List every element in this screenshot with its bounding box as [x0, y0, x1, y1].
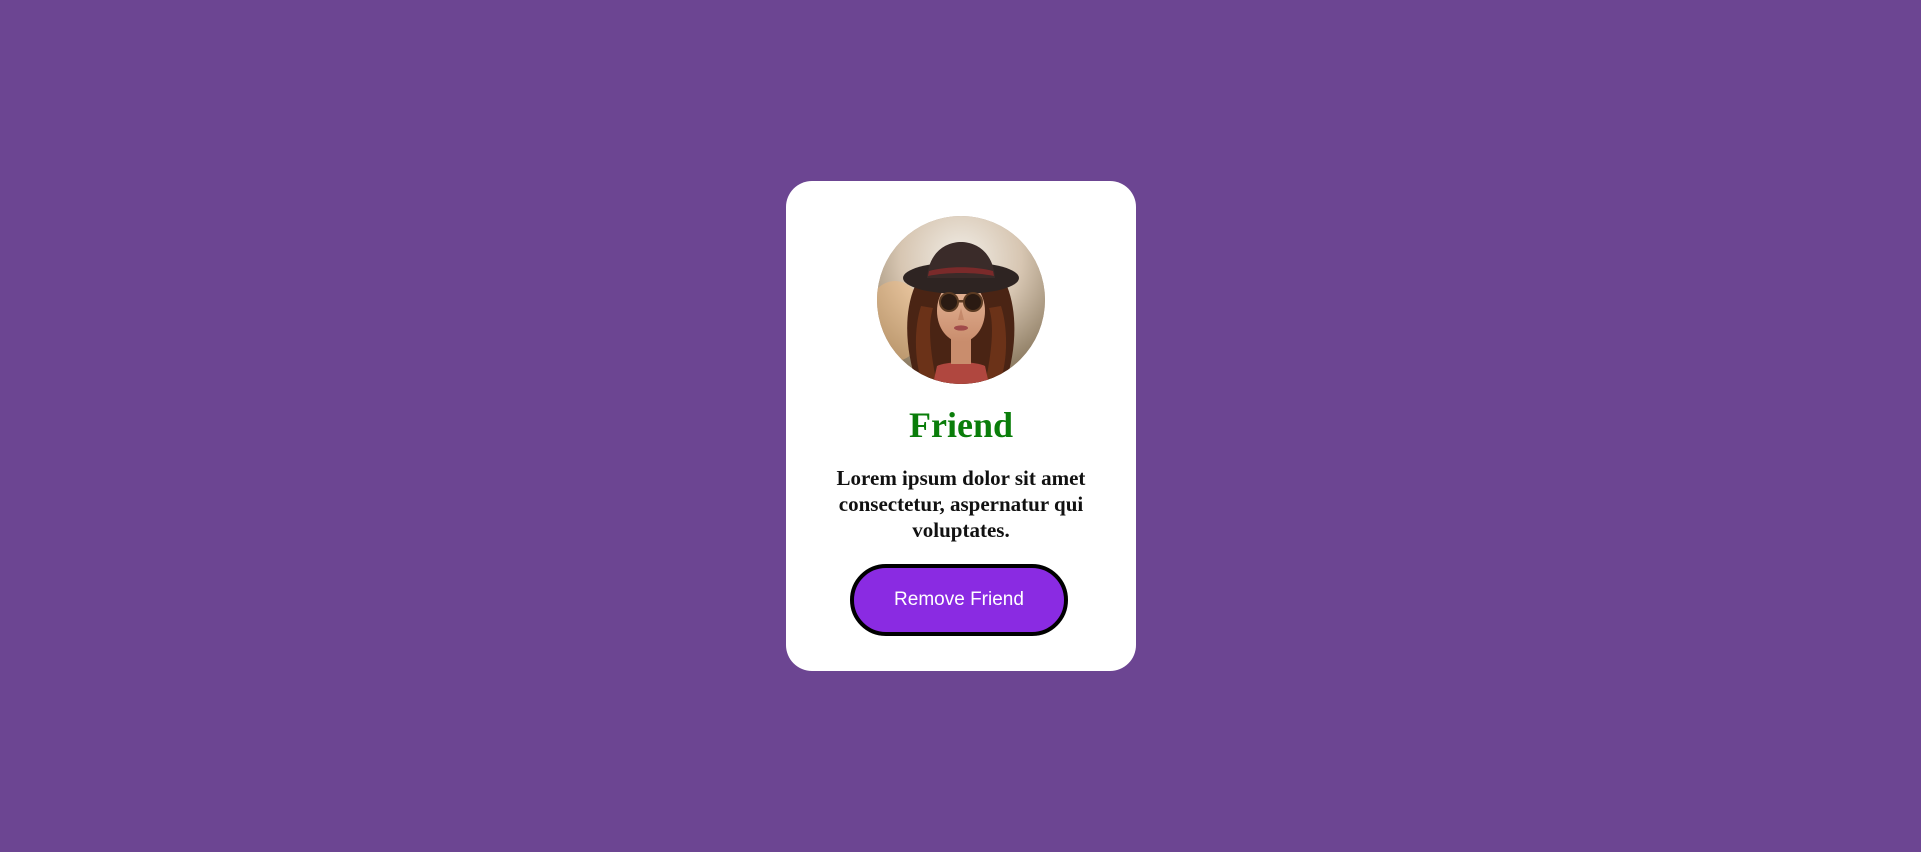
card-title: Friend: [909, 405, 1013, 445]
card-description: Lorem ipsum dolor sit amet consectetur, …: [836, 466, 1086, 542]
avatar: [877, 216, 1045, 384]
remove-friend-button[interactable]: Remove Friend: [850, 564, 1068, 636]
friend-card: Friend Lorem ipsum dolor sit amet consec…: [786, 181, 1136, 671]
avatar-photo-icon: [877, 216, 1045, 384]
